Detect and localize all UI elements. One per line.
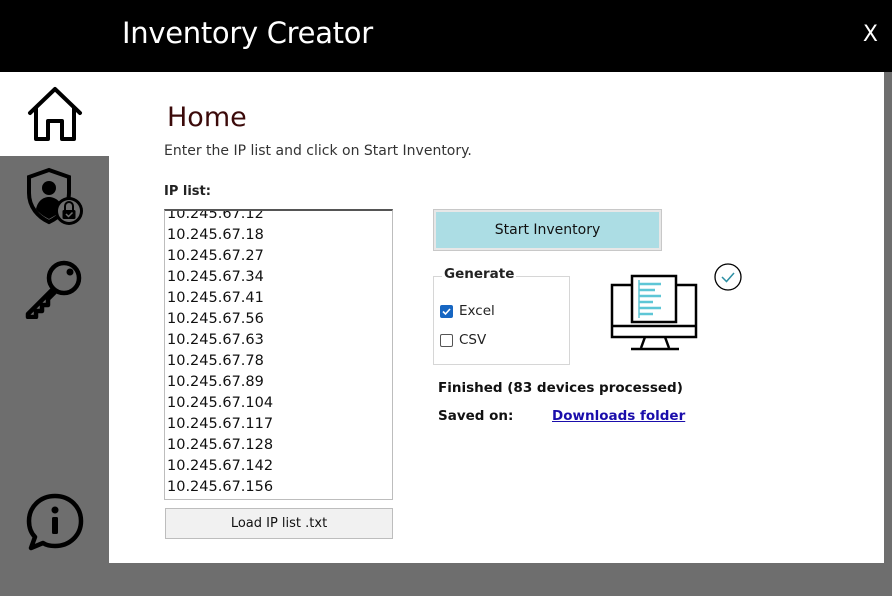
ip-list-textarea[interactable]: 10.245.67.12 10.245.67.18 10.245.67.27 1… — [164, 209, 393, 500]
main-panel: Home Enter the IP list and click on Star… — [109, 72, 884, 563]
csv-label: CSV — [459, 332, 487, 348]
ip-list-item: 10.245.67.104 — [167, 395, 274, 411]
excel-label: Excel — [459, 303, 495, 319]
info-icon — [26, 493, 83, 551]
app-title: Inventory Creator — [122, 16, 373, 50]
ip-list-item: 10.245.67.128 — [167, 437, 274, 453]
sidebar-item-home[interactable] — [0, 72, 109, 156]
ip-list-item: 10.245.67.12 — [167, 209, 264, 222]
sidebar-item-info[interactable] — [0, 486, 109, 558]
ip-list-item: 10.245.67.34 — [167, 269, 264, 285]
ip-list-label: IP list: — [164, 184, 211, 199]
generate-group-title: Generate — [442, 266, 517, 282]
excel-checkbox[interactable]: Excel — [440, 303, 495, 319]
ip-list-item: 10.245.67.156 — [167, 479, 274, 495]
start-inventory-button[interactable]: Start Inventory — [433, 209, 662, 251]
page-description: Enter the IP list and click on Start Inv… — [164, 143, 472, 159]
close-button[interactable]: X — [863, 22, 878, 47]
ip-list-item: 10.245.67.89 — [167, 374, 264, 390]
saved-on-label: Saved on: — [438, 408, 514, 424]
load-ip-list-button[interactable]: Load IP list .txt — [165, 508, 393, 539]
ip-list-item: 10.245.67.78 — [167, 353, 264, 369]
ip-list-item: 10.245.67.27 — [167, 248, 264, 264]
key-icon — [25, 260, 81, 319]
success-check-icon — [714, 263, 742, 291]
computer-icon — [610, 274, 698, 351]
csv-checkbox[interactable]: CSV — [440, 332, 486, 348]
generate-group — [433, 276, 570, 365]
ip-list-item: 10.245.67.117 — [167, 416, 274, 432]
title-bar: Inventory Creator X — [0, 0, 892, 72]
downloads-folder-link[interactable]: Downloads folder — [552, 408, 685, 424]
ip-list-item: 10.245.67.63 — [167, 332, 264, 348]
ip-list-item: 10.245.67.56 — [167, 311, 264, 327]
status-text: Finished (83 devices processed) — [438, 380, 683, 396]
sidebar-item-key[interactable] — [0, 252, 109, 324]
sidebar — [0, 72, 109, 596]
ip-list-item: 10.245.67.142 — [167, 458, 274, 474]
ip-list-item: 10.245.67.18 — [167, 227, 264, 243]
checkbox-checked-icon — [440, 304, 453, 318]
home-icon — [27, 87, 82, 141]
page-title: Home — [167, 102, 247, 133]
sidebar-item-security[interactable] — [0, 162, 109, 234]
user-shield-icon — [26, 167, 83, 225]
checkbox-unchecked-icon — [440, 333, 453, 347]
ip-list-item: 10.245.67.41 — [167, 290, 264, 306]
